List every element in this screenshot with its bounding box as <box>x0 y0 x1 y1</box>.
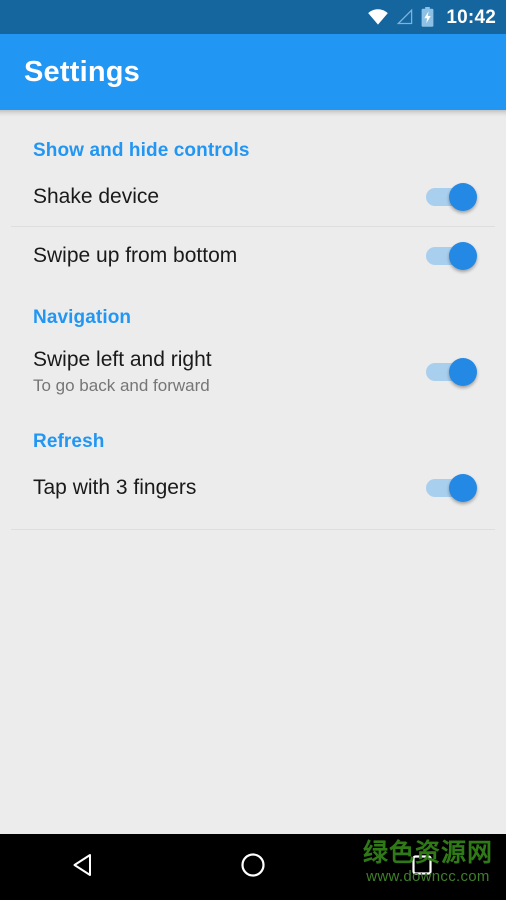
pref-texts: Swipe left and right To go back and forw… <box>33 347 412 398</box>
switch-thumb <box>449 474 477 502</box>
status-bar: 10:42 <box>0 0 506 34</box>
cellular-signal-icon <box>396 8 414 26</box>
shake-device-switch[interactable] <box>426 180 482 214</box>
wifi-icon <box>367 8 389 26</box>
pref-row-tap-with-3-fingers[interactable]: Tap with 3 fingers <box>0 459 506 517</box>
pref-texts: Swipe up from bottom <box>33 243 412 269</box>
system-navigation-bar: 绿色资源网 www.downcc.com <box>0 834 506 900</box>
pref-title-swipe-left-and-right: Swipe left and right <box>33 347 212 371</box>
switch-thumb <box>449 183 477 211</box>
pref-title-tap-with-3-fingers: Tap with 3 fingers <box>33 476 197 500</box>
recents-button[interactable] <box>384 839 460 895</box>
pref-texts: Shake device <box>33 184 412 210</box>
battery-charging-icon <box>421 7 434 27</box>
home-button[interactable] <box>215 839 291 895</box>
status-bar-clock: 10:42 <box>446 6 496 28</box>
switch-thumb <box>449 358 477 386</box>
tap-three-fingers-switch[interactable] <box>426 471 482 505</box>
pref-row-swipe-up-from-bottom[interactable]: Swipe up from bottom <box>0 227 506 285</box>
pref-texts: Tap with 3 fingers <box>33 475 412 501</box>
app-bar: Settings <box>0 34 506 110</box>
settings-list: Show and hide controls Shake device Swip… <box>0 118 506 834</box>
section-header-navigation: Navigation <box>33 307 132 328</box>
pref-title-swipe-up-from-bottom: Swipe up from bottom <box>33 244 238 268</box>
app-bar-shadow <box>0 110 506 118</box>
swipe-up-from-bottom-switch[interactable] <box>426 239 482 273</box>
pref-row-swipe-left-and-right[interactable]: Swipe left and right To go back and forw… <box>0 335 506 409</box>
pref-title-shake-device: Shake device <box>33 185 160 209</box>
back-button[interactable] <box>46 839 122 895</box>
pref-subtitle-swipe-left-and-right: To go back and forward <box>33 376 210 396</box>
list-divider <box>11 529 495 530</box>
page-title: Settings <box>24 55 140 88</box>
pref-row-shake-device[interactable]: Shake device <box>0 168 506 226</box>
swipe-left-right-switch[interactable] <box>426 355 482 389</box>
home-circle-icon <box>238 850 268 885</box>
switch-thumb <box>449 242 477 270</box>
phone-screen: 10:42 Settings Show and hide controls Sh… <box>0 0 506 900</box>
section-header-show-hide-controls: Show and hide controls <box>33 140 250 161</box>
status-bar-icons: 10:42 <box>367 7 496 27</box>
section-header-refresh: Refresh <box>33 431 105 452</box>
back-triangle-icon <box>69 850 99 885</box>
recents-square-icon <box>407 850 437 885</box>
